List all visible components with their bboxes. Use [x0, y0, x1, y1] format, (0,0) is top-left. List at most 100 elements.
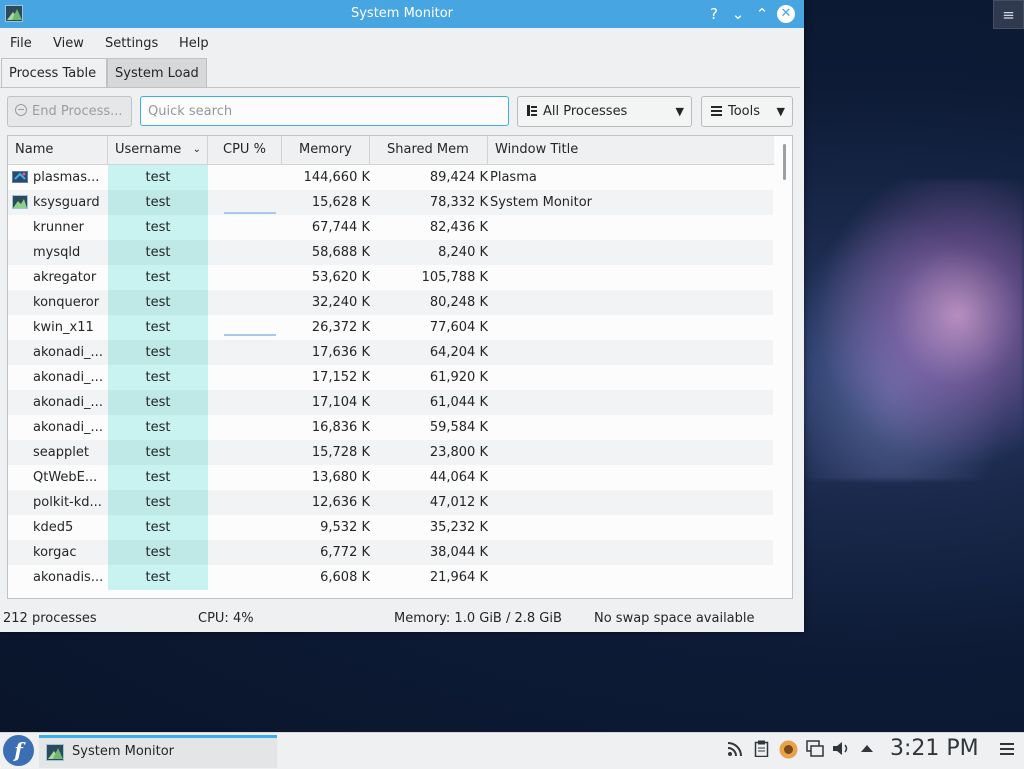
table-row[interactable]: kded5 test 9,532 K 35,232 K	[8, 515, 773, 540]
network-icon[interactable]	[806, 740, 824, 761]
process-filter-select[interactable]: All Processes ▼	[517, 96, 692, 127]
rss-feed-icon[interactable]	[727, 740, 744, 761]
process-cpu	[208, 340, 282, 365]
help-icon[interactable]: ?	[704, 4, 724, 24]
process-window-title	[490, 465, 770, 490]
taskbar-task-system-monitor[interactable]: System Monitor	[39, 735, 277, 768]
menu-file[interactable]: File	[10, 36, 32, 51]
process-window-title	[490, 540, 770, 565]
taskbar: f System Monitor 3:21 PM	[0, 732, 1024, 769]
process-name: mysqld	[33, 245, 81, 260]
process-shared-mem: 38,044 K	[429, 545, 488, 560]
table-row[interactable]: akonadi_... test 17,104 K 61,044 K	[8, 390, 773, 415]
process-shared-mem: 77,604 K	[429, 320, 488, 335]
process-username: test	[108, 240, 208, 265]
process-name: akonadi_...	[33, 345, 103, 360]
table-row[interactable]: krunner test 67,744 K 82,436 K	[8, 215, 773, 240]
menu-settings[interactable]: Settings	[105, 36, 158, 51]
table-row[interactable]: korgac test 6,772 K 38,044 K	[8, 540, 773, 565]
process-table[interactable]: Name Username ⌄ CPU % Memory Shared Mem W…	[7, 135, 793, 599]
process-window-title	[490, 365, 770, 390]
table-row[interactable]: akonadi_... test 17,152 K 61,920 K	[8, 365, 773, 390]
process-window-title	[490, 490, 770, 515]
process-memory: 9,532 K	[320, 520, 370, 535]
title-bar[interactable]: System Monitor ? ⌄ ⌃ ✕	[0, 0, 804, 28]
software-updates-icon[interactable]	[779, 740, 798, 763]
desktop-toolbox-button[interactable]: ≡	[993, 0, 1024, 29]
process-shared-mem: 59,584 K	[429, 420, 488, 435]
table-row[interactable]: akonadis... test 6,608 K 21,964 K	[8, 565, 773, 590]
process-shared-mem: 61,920 K	[429, 370, 488, 385]
column-username[interactable]: Username ⌄	[108, 136, 208, 164]
column-window-title[interactable]: Window Title	[488, 136, 774, 164]
show-hidden-icons-icon[interactable]	[860, 740, 874, 761]
process-cpu	[208, 265, 282, 290]
close-icon[interactable]: ✕	[777, 5, 795, 23]
tools-button[interactable]: Tools ▼	[701, 96, 793, 127]
process-window-title: Plasma	[490, 170, 537, 185]
application-launcher-icon[interactable]: f	[3, 735, 34, 766]
process-window-title	[490, 240, 770, 265]
task-label: System Monitor	[72, 744, 175, 759]
table-row[interactable]: seapplet test 15,728 K 23,800 K	[8, 440, 773, 465]
process-window-title	[490, 265, 770, 290]
quick-search-input[interactable]	[140, 96, 509, 126]
status-swap: No swap space available	[594, 611, 755, 626]
tools-label: Tools	[728, 104, 761, 119]
table-row[interactable]: kwin_x11 test 26,372 K 77,604 K	[8, 315, 773, 340]
end-process-button[interactable]: End Process...	[7, 96, 132, 127]
process-cpu	[208, 490, 282, 515]
column-username-label: Username	[115, 142, 182, 157]
cpu-activity-bar	[224, 212, 276, 214]
minimize-icon[interactable]: ⌄	[728, 4, 748, 24]
column-name[interactable]: Name	[8, 136, 108, 164]
system-monitor-row-icon	[12, 194, 28, 210]
end-process-label: End Process...	[32, 104, 123, 119]
clock[interactable]: 3:21 PM	[890, 736, 979, 761]
process-shared-mem: 82,436 K	[429, 220, 488, 235]
process-name: konqueror	[33, 295, 100, 310]
process-username: test	[108, 365, 208, 390]
menu-bar: File View Settings Help	[0, 29, 804, 57]
process-window-title	[490, 215, 770, 240]
table-row[interactable]: akonadi_... test 17,636 K 64,204 K	[8, 340, 773, 365]
clipboard-icon[interactable]	[754, 740, 769, 761]
tab-system-load[interactable]: System Load	[107, 58, 207, 87]
menu-view[interactable]: View	[53, 36, 84, 51]
process-memory: 6,772 K	[320, 545, 370, 560]
process-memory: 16,836 K	[311, 420, 370, 435]
panel-options-icon[interactable]	[1000, 742, 1014, 760]
column-shared-mem[interactable]: Shared Mem	[370, 136, 488, 164]
process-cpu	[208, 165, 282, 190]
vertical-scrollbar[interactable]	[783, 144, 786, 180]
process-name: akonadi_...	[33, 420, 103, 435]
table-row[interactable]: akonadi_... test 16,836 K 59,584 K	[8, 415, 773, 440]
table-row[interactable]: mysqld test 58,688 K 8,240 K	[8, 240, 773, 265]
tab-process-table[interactable]: Process Table	[1, 58, 107, 87]
process-memory: 15,728 K	[311, 445, 370, 460]
process-memory: 17,104 K	[311, 395, 370, 410]
column-cpu[interactable]: CPU %	[208, 136, 282, 164]
maximize-icon[interactable]: ⌃	[752, 4, 772, 24]
process-memory: 26,372 K	[311, 320, 370, 335]
table-row[interactable]: konqueror test 32,240 K 80,248 K	[8, 290, 773, 315]
table-row[interactable]: ksysguard test 15,628 K 78,332 K System Moni…	[8, 190, 773, 215]
process-username: test	[108, 190, 208, 215]
table-row[interactable]: plasmas... test 144,660 K 89,424 K Plasma	[8, 165, 773, 190]
table-row[interactable]: QtWebE... test 13,680 K 44,064 K	[8, 465, 773, 490]
process-cpu	[208, 240, 282, 265]
table-row[interactable]: akregator test 53,620 K 105,788 K	[8, 265, 773, 290]
process-shared-mem: 89,424 K	[429, 170, 488, 185]
process-cpu	[208, 515, 282, 540]
status-memory: Memory: 1.0 GiB / 2.8 GiB	[394, 611, 562, 626]
menu-help[interactable]: Help	[179, 36, 209, 51]
table-header: Name Username ⌄ CPU % Memory Shared Mem W…	[8, 136, 774, 165]
process-name: krunner	[33, 220, 84, 235]
process-username: test	[108, 465, 208, 490]
table-row[interactable]: polkit-kd... test 12,636 K 47,012 K	[8, 490, 773, 515]
volume-icon[interactable]	[832, 740, 850, 761]
process-shared-mem: 80,248 K	[429, 295, 488, 310]
desktop-wallpaper-art	[804, 180, 1024, 480]
column-memory[interactable]: Memory	[282, 136, 370, 164]
status-process-count: 212 processes	[3, 611, 97, 626]
